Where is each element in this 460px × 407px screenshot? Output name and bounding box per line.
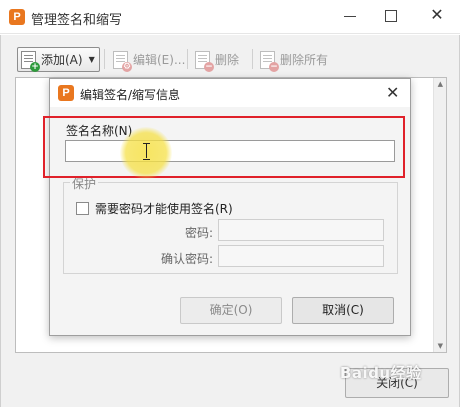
scroll-down-icon[interactable]: ▼ [438, 342, 443, 350]
dialog-logo-icon: P [58, 85, 74, 101]
add-button[interactable]: + 添加(A) ▼ [17, 47, 100, 72]
edit-button-label: 编辑(E)... [133, 53, 186, 67]
minimize-button[interactable] [337, 5, 363, 27]
edit-signature-icon: ⚙ [113, 50, 132, 72]
maximize-button[interactable] [377, 5, 403, 27]
ok-button[interactable]: 确定(O) [180, 297, 282, 324]
password-input[interactable] [218, 219, 384, 241]
delete-button-label: 删除 [215, 53, 240, 67]
watermark: Baidu经验 [340, 364, 422, 382]
signature-name-input[interactable] [65, 140, 395, 162]
toolbar-separator [104, 49, 105, 69]
delete-all-signatures-icon: − [260, 50, 279, 72]
list-scrollbar[interactable]: ▲ ▼ [433, 78, 446, 352]
cancel-button[interactable]: 取消(C) [292, 297, 394, 324]
require-password-checkbox[interactable] [76, 202, 89, 215]
toolbar: + 添加(A) ▼ ⚙ 编辑(E)... − 删除 − 删除所有 [15, 45, 455, 73]
window-close-button[interactable]: ✕ [424, 5, 450, 27]
dialog-close-button[interactable]: ✕ [386, 83, 399, 102]
add-signature-icon: + [21, 50, 40, 72]
protection-legend: 保护 [70, 175, 99, 192]
window-title: 管理签名和缩写 [31, 13, 123, 28]
toolbar-separator [252, 49, 253, 69]
require-password-label: 需要密码才能使用签名(R) [95, 202, 233, 216]
password-label: 密码: [185, 226, 214, 240]
dropdown-arrow-icon: ▼ [88, 55, 95, 64]
app-logo-icon: P [9, 9, 25, 25]
window-titlebar: P 管理签名和缩写 ✕ [0, 0, 460, 34]
add-button-label: 添加(A) [41, 53, 83, 67]
dialog-title: 编辑签名/缩写信息 [80, 88, 181, 102]
confirm-password-label: 确认密码: [161, 252, 214, 266]
confirm-password-input[interactable] [218, 245, 384, 267]
scroll-up-icon[interactable]: ▲ [438, 80, 443, 88]
delete-all-button[interactable]: − 删除所有 [257, 47, 331, 72]
dialog-titlebar: P 编辑签名/缩写信息 ✕ [50, 79, 410, 107]
protection-group: 保护 需要密码才能使用签名(R) 密码: 确认密码: [63, 175, 398, 274]
edit-signature-dialog: P 编辑签名/缩写信息 ✕ 签名名称(N) 保护 需要密码才能使用签名(R) 密… [49, 78, 411, 336]
delete-button[interactable]: − 删除 [192, 47, 242, 72]
delete-signature-icon: − [195, 50, 214, 72]
delete-all-button-label: 删除所有 [280, 53, 329, 67]
signature-name-label: 签名名称(N) [66, 124, 133, 138]
toolbar-separator [187, 49, 188, 69]
edit-button[interactable]: ⚙ 编辑(E)... [110, 47, 188, 72]
require-password-option[interactable]: 需要密码才能使用签名(R) [76, 200, 233, 217]
